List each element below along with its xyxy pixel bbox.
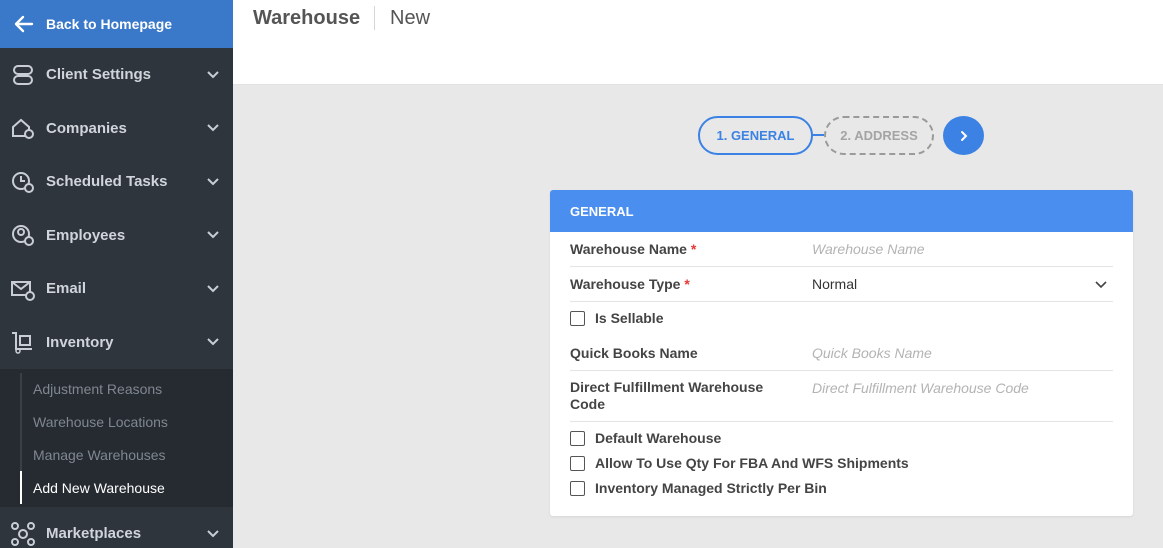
inventory-managed-label: Inventory Managed Strictly Per Bin	[595, 480, 827, 496]
warehouse-type-label: Warehouse Type *	[570, 276, 690, 293]
chevron-down-icon	[207, 285, 219, 293]
sidebar: Back to Homepage Client Settings Compani…	[0, 0, 233, 548]
allow-qty-option[interactable]: Allow To Use Qty For FBA And WFS Shipmen…	[570, 455, 909, 471]
direct-label-line2: Code	[570, 396, 605, 412]
default-warehouse-checkbox[interactable]	[570, 430, 585, 446]
sidebar-item-inventory[interactable]: Inventory	[0, 316, 233, 370]
page-header: Warehouse New	[233, 0, 1163, 85]
inventory-managed-checkbox[interactable]	[570, 480, 585, 496]
chevron-down-icon	[207, 71, 219, 79]
chevron-down-icon	[207, 231, 219, 239]
warehouse-name-row: Warehouse Name * Warehouse Name	[570, 232, 1113, 267]
warehouse-name-label: Warehouse Name *	[570, 241, 696, 258]
submenu-item-add-new-warehouse[interactable]: Add New Warehouse	[20, 471, 233, 505]
direct-fulfillment-row: Direct Fulfillment Warehouse Code Direct…	[570, 371, 1113, 422]
chevron-down-icon	[207, 338, 219, 346]
chevron-down-icon[interactable]	[1095, 281, 1107, 289]
back-label: Back to Homepage	[46, 16, 173, 32]
sidebar-item-label: Employees	[46, 226, 126, 244]
required-mark: *	[690, 241, 697, 257]
submenu-item-manage-warehouses[interactable]: Manage Warehouses	[20, 438, 233, 472]
quickbooks-input[interactable]: Quick Books Name	[812, 345, 932, 361]
general-form-card: GENERAL Warehouse Name * Warehouse Name …	[550, 190, 1133, 516]
chevron-right-icon	[960, 130, 967, 141]
sidebar-item-label: Marketplaces	[46, 525, 142, 543]
required-mark: *	[684, 276, 690, 292]
step-connector	[812, 134, 824, 136]
header-divider	[374, 6, 375, 30]
sidebar-item-employees[interactable]: Employees	[0, 209, 233, 263]
direct-fulfillment-label: Direct Fulfillment Warehouse Code	[570, 379, 763, 413]
sidebar-item-label: Scheduled Tasks	[46, 173, 168, 191]
sidebar-item-label: Inventory	[46, 333, 114, 351]
warehouse-name-label-text: Warehouse Name	[570, 241, 687, 257]
warehouse-type-label-text: Warehouse Type	[570, 276, 681, 292]
sidebar-item-marketplaces[interactable]: Marketplaces	[0, 507, 233, 548]
inventory-managed-option[interactable]: Inventory Managed Strictly Per Bin	[570, 480, 827, 496]
page-subtitle: New	[390, 7, 431, 29]
quickbooks-row: Quick Books Name Quick Books Name	[570, 336, 1113, 371]
submenu-item-adjustment-reasons[interactable]: Adjustment Reasons	[20, 373, 233, 406]
direct-fulfillment-input[interactable]: Direct Fulfillment Warehouse Code	[812, 380, 1029, 396]
allow-qty-checkbox[interactable]	[570, 455, 585, 471]
companies-icon	[12, 118, 34, 140]
sidebar-item-label: Client Settings	[46, 66, 152, 84]
is-sellable-checkbox[interactable]	[570, 310, 585, 326]
next-step-button[interactable]	[943, 116, 984, 155]
arrow-left-icon	[14, 15, 34, 33]
direct-label-line1: Direct Fulfillment Warehouse	[570, 379, 764, 395]
sidebar-item-label: Email	[46, 280, 87, 298]
marketplaces-icon	[11, 521, 35, 546]
chevron-down-icon	[207, 178, 219, 186]
is-sellable-label: Is Sellable	[595, 310, 664, 326]
submenu-item-warehouse-locations[interactable]: Warehouse Locations	[20, 405, 233, 439]
scheduled-tasks-icon	[12, 171, 34, 193]
inventory-submenu: Adjustment Reasons Warehouse Locations M…	[0, 369, 233, 508]
chevron-down-icon	[207, 530, 219, 538]
chevron-down-icon	[207, 124, 219, 132]
client-settings-icon	[13, 64, 33, 85]
step-address[interactable]: 2. ADDRESS	[824, 116, 934, 155]
warehouse-type-select[interactable]: Normal	[812, 276, 857, 292]
quickbooks-label: Quick Books Name	[570, 345, 698, 361]
email-icon	[11, 280, 35, 301]
page-title: Warehouse	[253, 7, 361, 29]
default-warehouse-label: Default Warehouse	[595, 430, 722, 446]
allow-qty-label: Allow To Use Qty For FBA And WFS Shipmen…	[595, 455, 909, 471]
is-sellable-option[interactable]: Is Sellable	[570, 310, 663, 326]
employees-icon	[12, 225, 34, 247]
sidebar-item-companies[interactable]: Companies	[0, 102, 233, 156]
warehouse-name-input[interactable]: Warehouse Name	[812, 241, 925, 257]
inventory-icon	[12, 332, 32, 354]
warehouse-type-row: Warehouse Type * Normal	[570, 267, 1113, 302]
sidebar-item-client-settings[interactable]: Client Settings	[0, 48, 233, 102]
sidebar-item-scheduled-tasks[interactable]: Scheduled Tasks	[0, 155, 233, 209]
step-general[interactable]: 1. GENERAL	[698, 116, 813, 155]
sidebar-item-email[interactable]: Email	[0, 262, 233, 316]
default-warehouse-option[interactable]: Default Warehouse	[570, 430, 721, 446]
section-title: GENERAL	[550, 190, 1133, 232]
back-to-homepage-button[interactable]: Back to Homepage	[0, 0, 233, 48]
sidebar-item-label: Companies	[46, 119, 127, 137]
